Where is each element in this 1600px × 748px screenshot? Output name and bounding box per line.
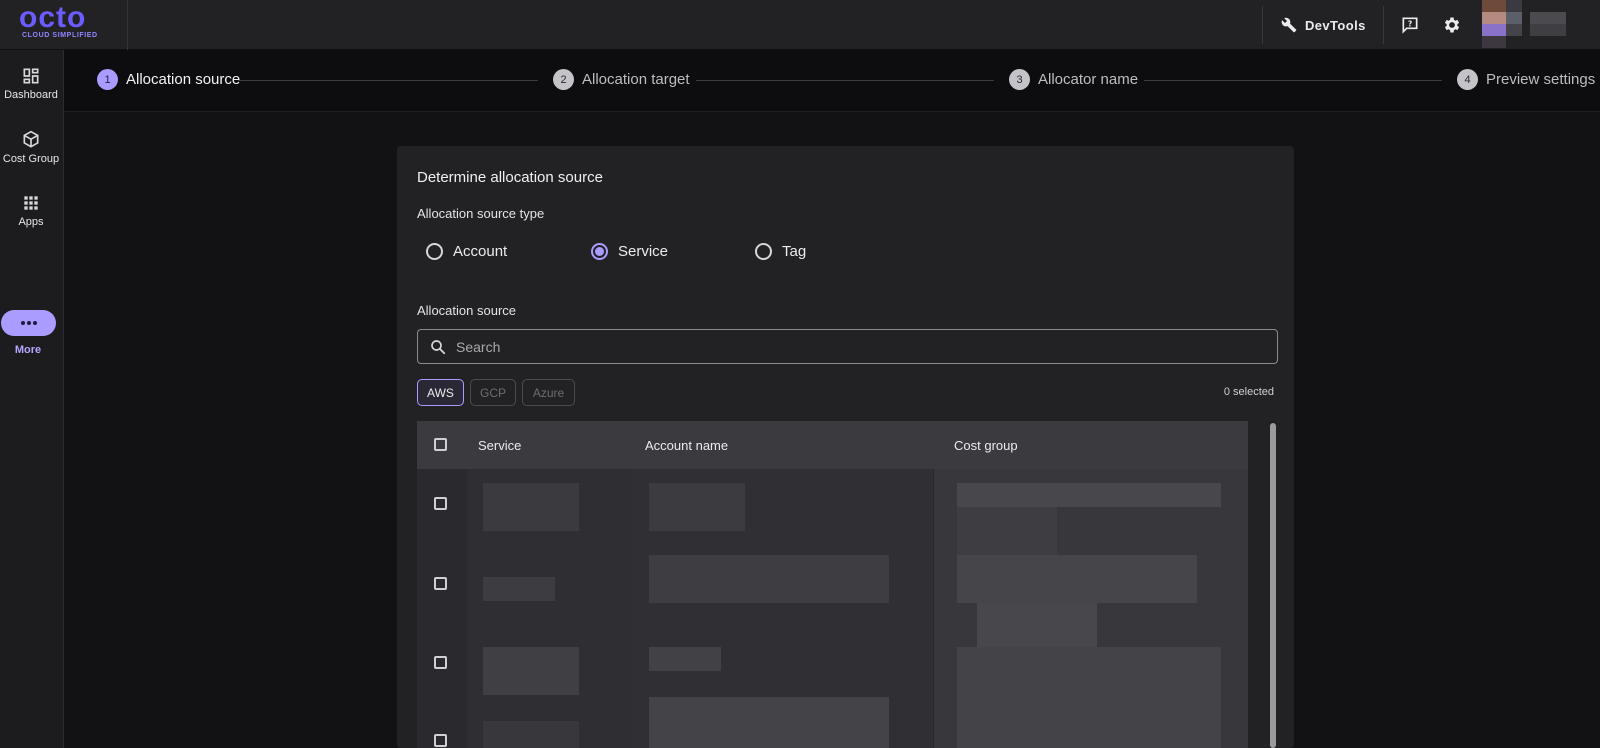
card-title: Determine allocation source <box>417 169 603 186</box>
table-header: Service Account name Cost group <box>417 421 1248 469</box>
cube-icon <box>23 130 39 148</box>
sidebar-item-apps[interactable]: Apps <box>0 177 62 235</box>
sidebar-item-label: Dashboard <box>4 89 58 101</box>
step-allocation-source[interactable]: 1 Allocation source <box>97 69 240 90</box>
sidebar-item-dashboard[interactable]: Dashboard <box>0 50 62 108</box>
step-connector <box>696 80 994 81</box>
row-checkbox[interactable] <box>434 577 447 590</box>
redacted-block <box>483 647 579 695</box>
column-header-cost-group: Cost group <box>954 438 1018 453</box>
step-number: 1 <box>97 69 118 90</box>
step-label: Preview settings <box>1486 71 1596 88</box>
wizard-stepper: 1 Allocation source 2 Allocation target … <box>64 50 1600 112</box>
redacted-block <box>957 483 1221 507</box>
sidebar-item-cost-group[interactable]: Cost Group <box>0 114 62 172</box>
search-icon <box>431 339 446 354</box>
source-label: Allocation source <box>417 303 516 318</box>
radio-label: Tag <box>782 243 807 260</box>
table-body <box>417 469 1248 748</box>
row-checkbox[interactable] <box>434 656 447 669</box>
redacted-block <box>957 555 1197 603</box>
devtools-button[interactable]: DevTools <box>1262 6 1384 44</box>
settings-button[interactable] <box>1440 13 1464 37</box>
step-number: 3 <box>1009 69 1030 90</box>
sidebar-item-label: Cost Group <box>2 153 60 165</box>
selected-count: 0 selected <box>1223 386 1274 398</box>
column-header-service: Service <box>478 438 522 453</box>
redacted-block <box>649 647 721 671</box>
provider-chip-gcp[interactable]: GCP <box>470 379 516 406</box>
brand-logo[interactable]: octo CLOUD SIMPLIFIED <box>0 0 128 50</box>
radio-circle[interactable] <box>426 243 443 260</box>
redacted-block <box>649 555 889 603</box>
settings-gear-icon <box>1444 17 1460 33</box>
more-dots-icon <box>20 321 37 325</box>
step-label: Allocation source <box>126 71 241 88</box>
step-label: Allocation target <box>582 71 690 88</box>
search-field[interactable] <box>417 329 1278 364</box>
table-scrollbar-thumb[interactable] <box>1270 423 1276 748</box>
source-type-label: Allocation source type <box>417 206 545 221</box>
brand-wordmark: octo <box>19 1 87 34</box>
step-allocator-name[interactable]: 3 Allocator name <box>1009 69 1138 90</box>
help-chat-icon: ? <box>1402 17 1418 34</box>
provider-chip-aws[interactable]: AWS <box>417 379 464 406</box>
provider-chip-azure[interactable]: Azure <box>522 379 575 406</box>
radio-circle[interactable] <box>755 243 772 260</box>
row-checkbox[interactable] <box>434 497 447 510</box>
brand-tagline: CLOUD SIMPLIFIED <box>22 32 98 39</box>
radio-label: Account <box>453 243 508 260</box>
dashboard-grid-icon <box>23 68 39 84</box>
redacted-block <box>483 483 579 531</box>
step-number: 4 <box>1457 69 1478 90</box>
search-input[interactable] <box>456 338 1256 355</box>
redacted-block <box>483 721 579 748</box>
step-preview-settings[interactable]: 4 Preview settings <box>1457 69 1595 90</box>
top-bar: octo CLOUD SIMPLIFIED DevTools ? <box>0 0 1600 50</box>
sidebar-item-more[interactable] <box>1 310 56 336</box>
radio-circle[interactable] <box>591 243 608 260</box>
redacted-block <box>483 577 555 601</box>
sidebar-item-more-label: More <box>14 344 42 356</box>
row-checkbox[interactable] <box>434 734 447 747</box>
radio-label: Service <box>618 243 669 260</box>
radio-tag[interactable]: Tag <box>755 243 806 260</box>
step-connector <box>1144 80 1442 81</box>
step-connector <box>238 80 538 81</box>
wrench-icon <box>1281 17 1297 33</box>
step-label: Allocator name <box>1038 71 1139 88</box>
devtools-label: DevTools <box>1305 17 1366 33</box>
apps-grid-icon <box>24 196 38 210</box>
redacted-block <box>649 697 889 748</box>
sidebar-item-label: Apps <box>18 216 44 228</box>
redacted-block <box>957 647 1221 748</box>
sidebar: Dashboard Cost Group Apps More <box>0 50 64 748</box>
user-avatar[interactable] <box>1482 0 1600 48</box>
redacted-block <box>977 603 1097 647</box>
select-all-checkbox[interactable] <box>434 438 447 451</box>
radio-service[interactable]: Service <box>591 243 668 260</box>
step-allocation-target[interactable]: 2 Allocation target <box>553 69 690 90</box>
radio-account[interactable]: Account <box>426 243 507 260</box>
step-number: 2 <box>553 69 574 90</box>
allocation-source-card: Determine allocation source Allocation s… <box>397 146 1294 748</box>
svg-text:?: ? <box>1408 20 1412 29</box>
help-chat-button[interactable]: ? <box>1398 13 1422 37</box>
allocation-source-table: Service Account name Cost group <box>417 421 1248 748</box>
column-header-account-name: Account name <box>645 438 729 453</box>
redacted-block <box>957 507 1057 555</box>
redacted-block <box>649 483 745 531</box>
